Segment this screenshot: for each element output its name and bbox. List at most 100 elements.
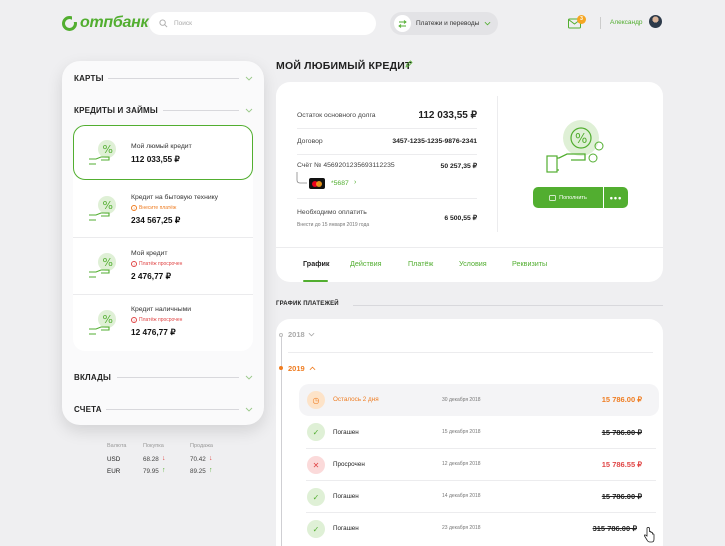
loan-hand-illustration-icon: % [546, 120, 604, 173]
payment-status: Осталось 2 дня [333, 396, 379, 403]
timeline-dot [279, 333, 283, 337]
fx-header-sell: Продажа [190, 443, 213, 449]
svg-text:%: % [103, 313, 113, 326]
svg-text:%: % [575, 132, 587, 147]
tab-payment[interactable]: Платёж [408, 259, 433, 268]
debt-value: 112 033,55 ₽ [418, 110, 477, 121]
credit-amount: 112 033,55 ₽ [131, 154, 180, 164]
payment-date: 15 декабря 2018 [442, 429, 481, 435]
fx-currency: USD [107, 456, 121, 463]
debt-label: Остаток основного долга [297, 112, 376, 119]
header-divider [600, 17, 601, 29]
chevron-down-icon[interactable] [245, 375, 253, 380]
credit-name: Мой люмый кредит [131, 143, 192, 150]
search-bar[interactable] [149, 12, 376, 35]
divider [163, 110, 239, 111]
check-icon: ✓ [307, 520, 325, 538]
due-subtitle: Внести до 15 января 2019 года [297, 222, 370, 228]
contract-value: 3457-1235-1235-9876-2341 [392, 138, 477, 145]
card-number[interactable]: *5687 [331, 180, 349, 187]
avatar[interactable] [649, 15, 662, 28]
more-actions-button[interactable]: ••• [604, 187, 628, 208]
tab-actions[interactable]: Действия [350, 259, 382, 268]
chevron-down-icon[interactable] [308, 332, 315, 337]
fx-sell: 89.25 [190, 468, 206, 475]
arrow-up-icon: ↑ [209, 467, 213, 474]
fx-buy: 68.28 [143, 456, 159, 463]
credit-amount: 234 567,25 ₽ [131, 215, 181, 225]
section-cards[interactable]: КАРТЫ [74, 74, 104, 83]
credit-name: Кредит наличными [131, 306, 192, 313]
payment-amount: 15 786.00 ₽ [601, 395, 642, 404]
account-value: 50 257,35 ₽ [440, 163, 477, 170]
warning-icon: ! [131, 205, 137, 211]
payment-status: Погашен [333, 525, 359, 532]
credit-list: % Мой люмый кредит 112 033,55 ₽ % Кредит… [73, 125, 253, 351]
logo[interactable]: отпбанк [62, 14, 149, 32]
payment-amount: 15 786.00 ₽ [601, 492, 642, 501]
chevron-down-icon[interactable] [245, 407, 253, 412]
loan-percent-icon: % [89, 253, 116, 278]
payment-date: 23 декабря 2018 [442, 525, 481, 531]
divider [276, 247, 663, 248]
credit-name: Мой кредит [131, 250, 168, 257]
clock-icon: ◷ [307, 391, 325, 409]
products-sidebar: КАРТЫ КРЕДИТЫ И ЗАЙМЫ % Мой люмый кредит… [62, 61, 264, 425]
tab-terms[interactable]: Условия [459, 259, 487, 268]
fx-buy: 79.95 [143, 468, 159, 475]
warning-icon: ! [131, 317, 137, 323]
logo-mark-icon [62, 15, 78, 31]
tab-requisites[interactable]: Реквизиты [512, 259, 547, 268]
divider [106, 409, 239, 410]
chevron-right-icon[interactable]: › [354, 179, 356, 186]
tab-schedule[interactable]: График [303, 259, 330, 268]
logo-text: отпбанк [80, 14, 149, 31]
section-accounts[interactable]: СЧЕТА [74, 405, 102, 414]
credit-amount: 12 476,77 ₽ [131, 327, 176, 337]
contract-label: Договор [297, 138, 323, 145]
active-tab-indicator [303, 280, 328, 282]
payment-date: 12 декабря 2018 [442, 461, 481, 467]
payments-dropdown[interactable]: Платежи и переводы [390, 12, 498, 35]
mail-badge: 3 [577, 15, 586, 24]
year-2019[interactable]: 2019 [288, 364, 305, 373]
schedule-title: ГРАФИК ПЛАТЕЖЕЙ [276, 301, 339, 307]
divider [306, 448, 656, 449]
edit-icon[interactable] [405, 60, 413, 68]
credit-warning: ! Внесите платёж [131, 205, 176, 211]
payment-date: 14 декабря 2018 [442, 493, 481, 499]
search-input[interactable] [174, 20, 354, 27]
section-credits[interactable]: КРЕДИТЫ И ЗАЙМЫ [74, 106, 158, 115]
loan-percent-icon: % [89, 196, 116, 221]
section-deposits[interactable]: ВКЛАДЫ [74, 373, 111, 382]
mastercard-icon [309, 178, 325, 189]
chevron-down-icon[interactable] [245, 76, 253, 81]
divider [108, 78, 239, 79]
arrow-down-icon: ↓ [162, 455, 166, 462]
payment-date: 30 декабря 2018 [442, 397, 481, 403]
due-value: 6 500,55 ₽ [444, 215, 477, 222]
warning-icon: ! [131, 261, 137, 267]
account-label: Счёт № 4569201235693112235 [297, 162, 395, 169]
fx-currency: EUR [107, 468, 121, 475]
user-name[interactable]: Александр [610, 19, 643, 26]
arrow-up-icon: ↑ [162, 467, 166, 474]
divider [297, 198, 477, 199]
chevron-down-icon[interactable] [245, 108, 253, 113]
top-header: отпбанк Платежи и переводы 3 Александр [0, 0, 725, 46]
chevron-up-icon[interactable] [309, 366, 316, 371]
fx-header-currency: Валюта [107, 443, 127, 449]
svg-text:%: % [103, 256, 113, 269]
loan-percent-icon: % [89, 140, 116, 165]
payment-status: Просрочен [333, 461, 365, 468]
top-up-button[interactable]: Пополнить [533, 187, 603, 208]
divider [353, 305, 663, 306]
year-2018[interactable]: 2018 [288, 330, 305, 339]
loan-percent-icon: % [89, 310, 116, 335]
payment-status: Погашен [333, 493, 359, 500]
wallet-icon [549, 194, 557, 201]
credit-warning-text: Внесите платёж [139, 205, 177, 211]
payment-status: Погашен [333, 429, 359, 436]
svg-text:%: % [103, 199, 113, 212]
credit-warning: ! Платёж просрочен [131, 261, 182, 267]
